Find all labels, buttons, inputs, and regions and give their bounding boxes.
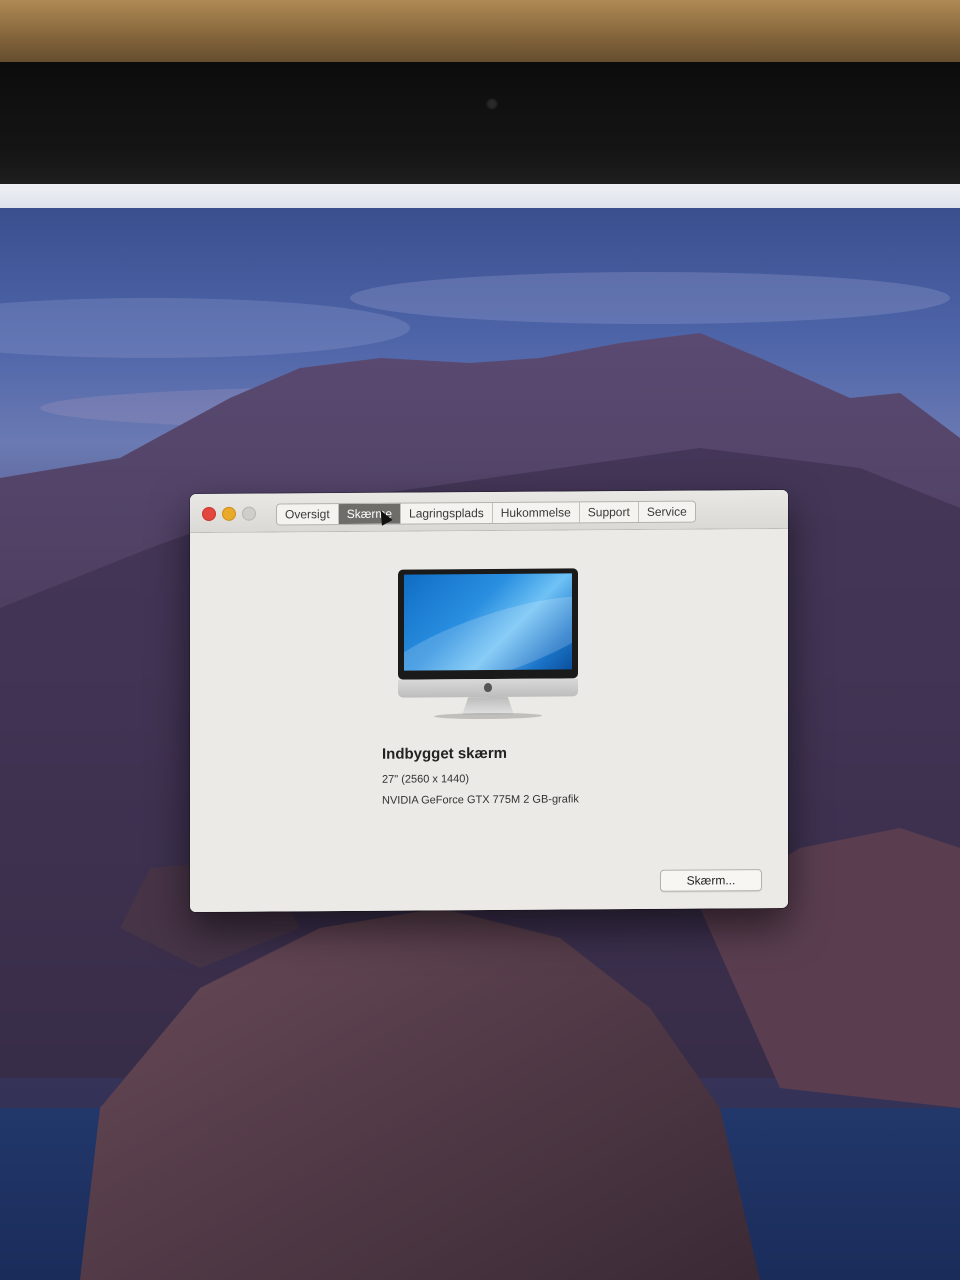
minimize-button[interactable] bbox=[222, 506, 236, 521]
display-resolution: 27" (2560 x 1440) bbox=[382, 773, 470, 786]
display-preferences-button[interactable]: Skærm... bbox=[660, 869, 762, 892]
webcam-icon bbox=[486, 98, 498, 110]
tab-hukommelse[interactable]: Hukommelse bbox=[492, 502, 580, 523]
tab-lagringsplads[interactable]: Lagringsplads bbox=[401, 502, 493, 524]
tab-service[interactable]: Service bbox=[639, 502, 695, 522]
display-name: Indbygget skærm bbox=[382, 744, 508, 763]
monitor-bezel bbox=[0, 62, 960, 192]
screen-top-edge bbox=[0, 184, 960, 210]
imac-display-icon bbox=[398, 568, 578, 720]
tab-skaerme[interactable]: Skærme bbox=[338, 503, 402, 525]
window-titlebar: Oversigt Skærme Lagringsplads Hukommelse… bbox=[190, 489, 788, 534]
tab-bar: Oversigt Skærme Lagringsplads Hukommelse… bbox=[276, 500, 696, 526]
display-graphics: NVIDIA GeForce GTX 775M 2 GB-grafik bbox=[382, 793, 579, 807]
close-button[interactable] bbox=[202, 506, 216, 522]
imac-frame bbox=[398, 568, 578, 680]
apple-logo-icon bbox=[484, 682, 492, 693]
about-this-mac-window: Oversigt Skærme Lagringsplads Hukommelse… bbox=[190, 489, 788, 913]
imac-shadow bbox=[434, 712, 542, 720]
displays-panel: Indbygget skærm 27" (2560 x 1440) NVIDIA… bbox=[190, 528, 788, 913]
zoom-button bbox=[242, 506, 256, 521]
tab-oversigt[interactable]: Oversigt bbox=[277, 504, 339, 525]
tab-support[interactable]: Support bbox=[579, 501, 639, 523]
imac-screen bbox=[404, 573, 572, 671]
desk-background bbox=[0, 0, 960, 70]
